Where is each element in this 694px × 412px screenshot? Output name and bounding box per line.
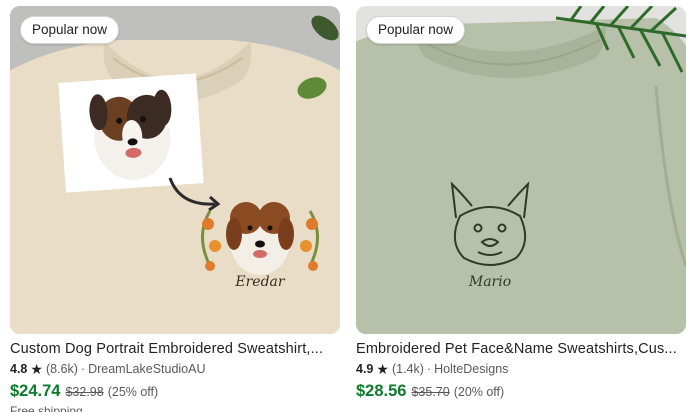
dog-sweatshirt-image: Eredar bbox=[10, 6, 340, 334]
star-icon: ★ bbox=[30, 361, 43, 377]
review-count: (1.4k) bbox=[391, 362, 424, 376]
price-row: $28.56 $35.70 (20% off) bbox=[356, 382, 686, 401]
star-icon: ★ bbox=[376, 361, 389, 377]
listing-card[interactable]: Mario Popular now Embroidered Pet Face&N… bbox=[356, 6, 686, 401]
listing-title[interactable]: Custom Dog Portrait Embroidered Sweatshi… bbox=[10, 340, 336, 358]
meta-separator: · bbox=[426, 362, 432, 376]
listing-title[interactable]: Embroidered Pet Face&Name Sweatshirts,Cu… bbox=[356, 340, 682, 358]
original-price: $32.98 bbox=[65, 385, 104, 399]
popular-now-badge: Popular now bbox=[366, 16, 466, 44]
listing-image[interactable]: Mario Popular now bbox=[356, 6, 686, 334]
discount-label: (25% off) bbox=[107, 385, 159, 399]
shop-name: DreamLakeStudioAU bbox=[88, 362, 206, 376]
sale-price: $28.56 bbox=[356, 382, 407, 400]
listing-card[interactable]: Eredar Popular now Custom Dog Portrait E… bbox=[10, 6, 340, 412]
listing-meta: 4.9 ★ (1.4k) · HolteDesigns bbox=[356, 361, 686, 377]
shipping-label: Free shipping bbox=[10, 404, 83, 412]
rating-value: 4.8 bbox=[10, 362, 28, 376]
embroidery-name-text: Mario bbox=[468, 274, 511, 290]
listing-meta: 4.8 ★ (8.6k) · DreamLakeStudioAU bbox=[10, 361, 340, 377]
meta-separator: · bbox=[80, 362, 86, 376]
shop-name: HolteDesigns bbox=[434, 362, 509, 376]
pet-sweatshirt-image: Mario bbox=[356, 6, 686, 334]
listing-image[interactable]: Eredar Popular now bbox=[10, 6, 340, 334]
listing-grid: Eredar Popular now Custom Dog Portrait E… bbox=[0, 0, 694, 412]
rating-value: 4.9 bbox=[356, 362, 374, 376]
embroidery-name-text: Eredar bbox=[234, 274, 286, 290]
review-count: (8.6k) bbox=[45, 362, 78, 376]
popular-now-badge: Popular now bbox=[20, 16, 120, 44]
price-row: $24.74 $32.98 (25% off) bbox=[10, 382, 340, 401]
sale-price: $24.74 bbox=[10, 382, 61, 400]
discount-label: (20% off) bbox=[453, 385, 505, 399]
original-price: $35.70 bbox=[411, 385, 450, 399]
